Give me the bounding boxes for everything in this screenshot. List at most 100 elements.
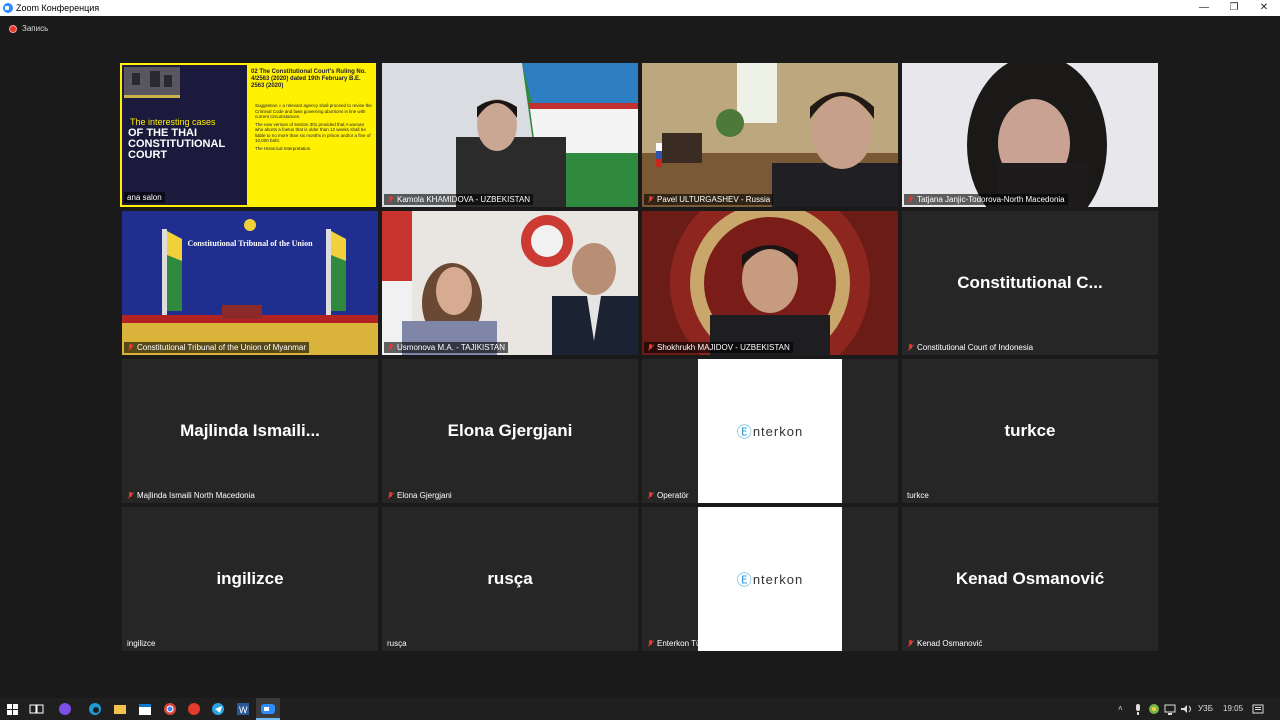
minimize-button[interactable]: — <box>1188 0 1220 16</box>
microphone-tray-icon[interactable] <box>1130 701 1146 717</box>
slide-bullet: The Historical Interpretation <box>255 145 311 151</box>
slide-big-heading: OF THE THAI CONSTITUTIONAL COURT <box>128 127 225 161</box>
volume-tray-icon[interactable] <box>1178 701 1194 717</box>
participant-tile[interactable]: Tatjana Janjic-Todorova-North Macedonia <box>902 63 1158 207</box>
participant-tile[interactable]: Elona Gjergjani Elona Gjergjani <box>382 359 638 503</box>
zoom-icon[interactable] <box>260 701 276 717</box>
participant-tile[interactable]: Ⓔnterkon Operatör <box>642 359 898 503</box>
chrome-icon[interactable] <box>162 701 178 717</box>
recording-bar <box>0 16 1280 42</box>
enterkon-logo-text: nterkon <box>752 571 804 587</box>
slide-left-panel: The interesting cases OF THE THAI CONSTI… <box>122 65 247 205</box>
participant-name-label: Kamola KHAMIDOVA - UZBEKISTAN <box>384 194 534 205</box>
participant-tile[interactable]: ingilizce ingilizce <box>122 507 378 651</box>
participant-tile[interactable]: Kamola KHAMIDOVA - UZBEKISTAN <box>382 63 638 207</box>
video-feed <box>642 63 898 207</box>
participant-tile[interactable]: rusça rusça <box>382 507 638 651</box>
security-tray-icon[interactable] <box>1146 701 1162 717</box>
windows-taskbar: W ˄ УЗБ 19:05 <box>0 698 1280 720</box>
participant-tile[interactable]: Constitutional C... Constitutional Court… <box>902 211 1158 355</box>
participant-name: Constitutional Court of Indonesia <box>917 343 1034 352</box>
mic-muted-icon <box>127 492 134 499</box>
word-icon[interactable]: W <box>235 701 251 717</box>
notification-icon[interactable] <box>1250 701 1266 717</box>
enterkon-logo: Ⓔnterkon <box>698 359 842 503</box>
participant-tile-ana-salon[interactable]: The interesting cases OF THE THAI CONSTI… <box>120 63 376 207</box>
mic-muted-icon <box>127 344 134 351</box>
participant-name-label: Usmonova M.A. - TAJIKISTAN <box>384 342 509 353</box>
participant-name: Operatör <box>657 491 689 500</box>
participant-tile[interactable]: Kenad Osmanović Kenad Osmanović <box>902 507 1158 651</box>
mic-muted-icon <box>387 344 394 351</box>
edge-icon[interactable] <box>87 701 103 717</box>
participant-name: Tatjana Janjic-Todorova-North Macedonia <box>917 195 1065 204</box>
mic-muted-icon <box>387 196 394 203</box>
participant-name-label: Majlinda Ismaili North Macedonia <box>124 490 258 501</box>
participant-name-label: Constitutional Court of Indonesia <box>904 342 1036 353</box>
mic-muted-icon <box>907 196 914 203</box>
participant-tile[interactable]: turkce turkce <box>902 359 1158 503</box>
myanmar-banner: Constitutional Tribunal of the Union <box>187 239 313 248</box>
calendar-icon[interactable] <box>137 701 153 717</box>
windows-start-icon[interactable] <box>4 701 20 717</box>
participant-name-label: ana salon <box>124 192 165 203</box>
video-feed <box>902 63 1158 207</box>
enterkon-e-icon: Ⓔ <box>736 571 753 589</box>
mic-muted-icon <box>647 196 654 203</box>
mic-muted-icon <box>907 640 914 647</box>
participant-name: Kenad Osmanović <box>917 639 983 648</box>
file-explorer-icon[interactable] <box>112 701 128 717</box>
slide-right-panel: 02 The Constitutional Court's Ruling No.… <box>247 65 374 205</box>
window-title: Zoom Конференция <box>16 3 100 13</box>
participant-name: Enterkon Türkçe Kayıt <box>657 639 736 648</box>
input-language[interactable]: УЗБ <box>1198 704 1213 713</box>
restore-button[interactable]: ❐ <box>1218 0 1250 16</box>
participant-name: Majlinda Ismaili North Macedonia <box>137 491 255 500</box>
participant-name-label: rusça <box>384 638 410 649</box>
participant-tile[interactable]: Shokhrukh MAJIDOV - UZBEKISTAN <box>642 211 898 355</box>
participant-name-label: Shokhrukh MAJIDOV - UZBEKISTAN <box>644 342 793 353</box>
mic-muted-icon <box>647 344 654 351</box>
participant-name: turkce <box>907 491 929 500</box>
window-titlebar: Zoom Конференция — ❐ ✕ <box>0 0 1280 16</box>
tray-chevron-icon[interactable]: ˄ <box>1118 704 1123 713</box>
participant-display-name: rusça <box>487 569 533 588</box>
mic-muted-icon <box>647 640 654 647</box>
svg-text:W: W <box>239 705 248 715</box>
slide-bullet: The new version of section 301 provided … <box>255 121 371 144</box>
task-view-icon[interactable] <box>28 701 44 717</box>
telegram-icon[interactable] <box>210 701 226 717</box>
video-feed <box>382 211 638 355</box>
participant-tile[interactable]: Pavel ULTURGASHEV - Russia <box>642 63 898 207</box>
enterkon-e-icon: Ⓔ <box>736 423 753 441</box>
participant-tile[interactable]: Usmonova M.A. - TAJIKISTAN <box>382 211 638 355</box>
clock-time[interactable]: 19:05 <box>1223 704 1243 713</box>
participant-name-label: Pavel ULTURGASHEV - Russia <box>644 194 774 205</box>
participant-name-label: Elona Gjergjani <box>384 490 455 501</box>
yandex-icon[interactable] <box>186 701 202 717</box>
close-button[interactable]: ✕ <box>1248 0 1280 16</box>
mic-muted-icon <box>647 492 654 499</box>
mic-muted-icon <box>387 492 394 499</box>
app-purple-icon[interactable] <box>57 701 73 717</box>
slide-small-heading: The interesting cases <box>130 117 216 127</box>
participant-tile[interactable]: Majlinda Ismaili... Majlinda Ismaili Nor… <box>122 359 378 503</box>
slide-bullets: Suggestion » a relevant agency shall pro… <box>255 103 373 151</box>
slide-section-title: 02 The Constitutional Court's Ruling No.… <box>251 69 367 89</box>
participant-name: Usmonova M.A. - TAJIKISTAN <box>397 343 506 352</box>
participant-tile[interactable]: Constitutional Tribunal of the Union Con… <box>122 211 378 355</box>
participant-tile[interactable]: Ⓔnterkon Enterkon Türkçe Kayıt <box>642 507 898 651</box>
participant-name: Constitutional Tribunal of the Union of … <box>137 343 306 352</box>
participant-name: Pavel ULTURGASHEV - Russia <box>657 195 771 204</box>
participant-name-label: turkce <box>904 490 932 501</box>
participant-name: ana salon <box>127 193 162 202</box>
participant-name-label: Enterkon Türkçe Kayıt <box>644 638 739 649</box>
participant-display-name: Constitutional C... <box>957 273 1103 292</box>
record-icon <box>9 25 17 33</box>
zoom-logo-icon <box>3 3 13 13</box>
slide-bullet: Suggestion » a relevant agency shall pro… <box>255 103 372 119</box>
participant-name: ingilizce <box>127 639 156 648</box>
network-tray-icon[interactable] <box>1162 701 1178 717</box>
enterkon-logo: Ⓔnterkon <box>698 507 842 651</box>
participant-name-label: Operatör <box>644 490 692 501</box>
